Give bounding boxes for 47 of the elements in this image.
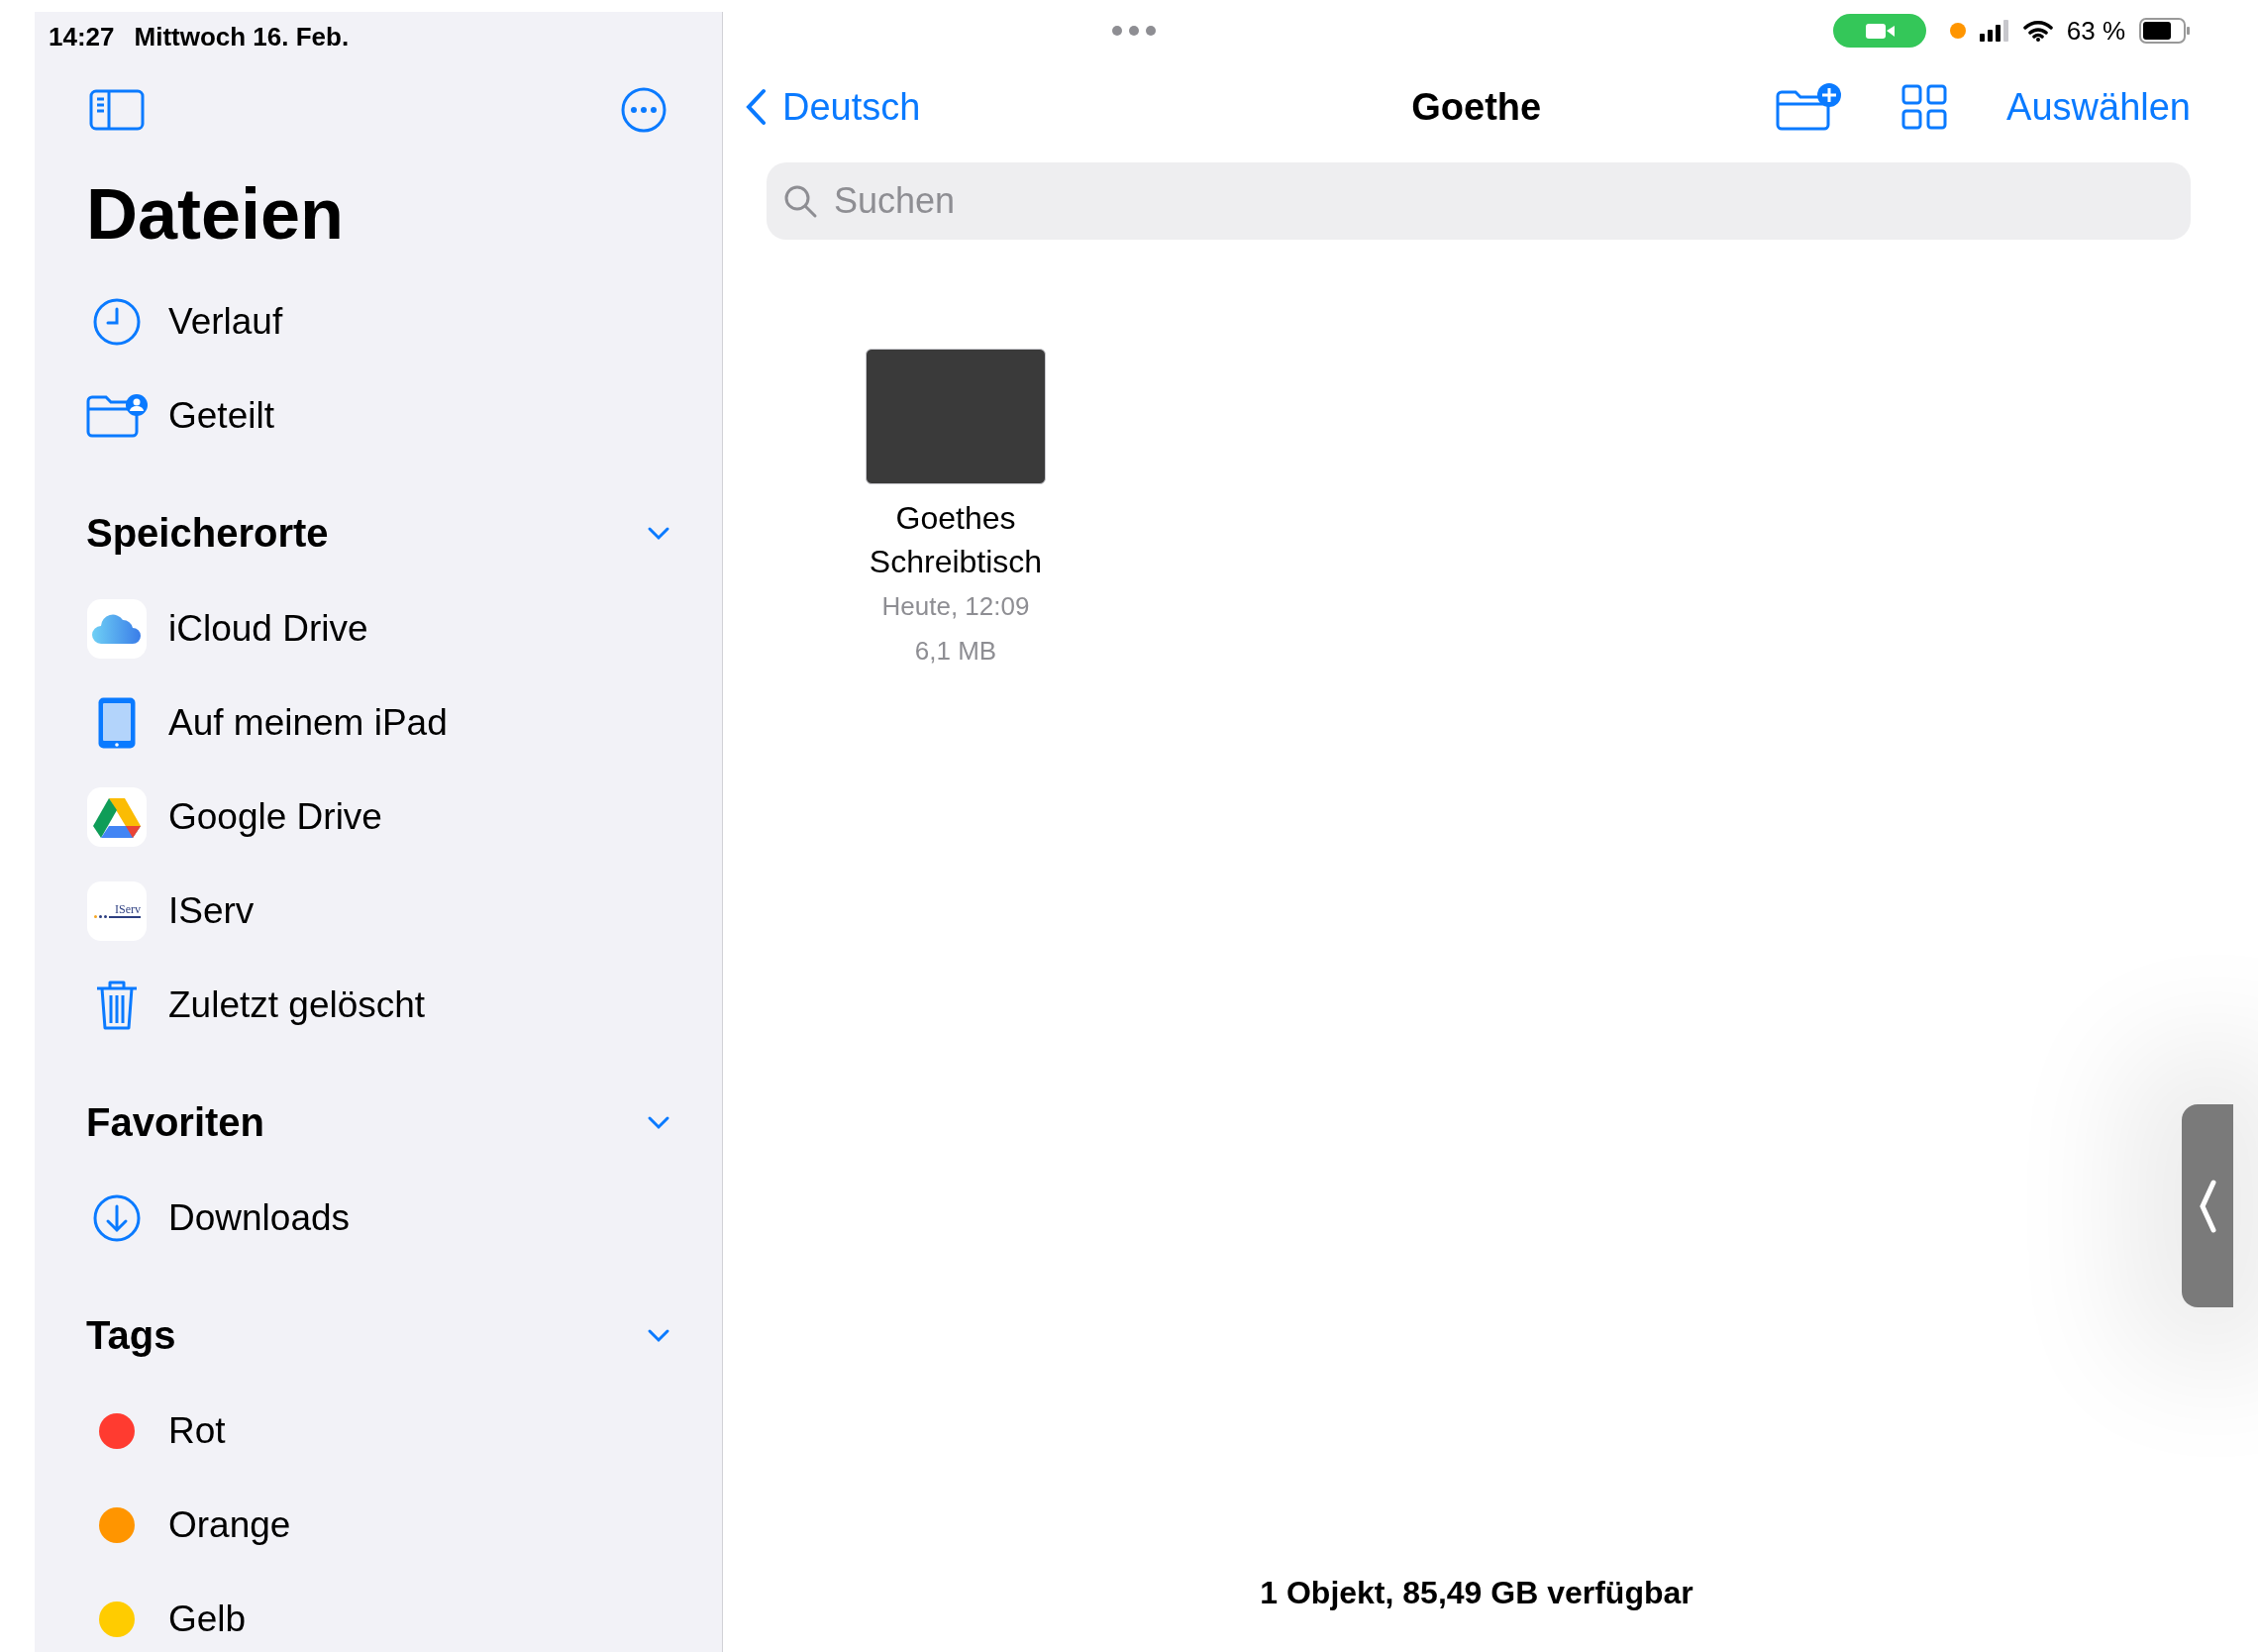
section-header[interactable]: Speicherorte <box>35 463 722 581</box>
file-name[interactable]: Goethes Schreibtisch <box>842 496 1070 583</box>
photo-placeholder[interactable] <box>866 349 1046 484</box>
tablet-icon <box>97 695 137 750</box>
sidebar-item[interactable]: Gelb <box>35 1572 722 1652</box>
trash-icon <box>95 979 139 1031</box>
cloud-app-icon <box>87 598 147 659</box>
storage-summary: 1 Objekt, 85,49 GB verfügbar <box>1260 1574 1694 1612</box>
sidebar-item[interactable]: Rot <box>35 1384 722 1478</box>
status-date: Mittwoch 16. Feb. <box>134 21 350 53</box>
sidebar-item[interactable]: Zuletzt gelöscht <box>35 958 722 1052</box>
download-icon <box>92 1192 142 1243</box>
file-size: 6,1 MB <box>914 635 997 668</box>
section-header[interactable]: Favoriten <box>35 1052 722 1171</box>
sidebar-item[interactable]: Auf meinem iPad <box>35 675 722 770</box>
multitask-dots-icon[interactable] <box>1111 25 1157 37</box>
new-folder-icon[interactable] <box>1775 82 1843 132</box>
back-chevron-icon <box>745 88 767 126</box>
sidebar-item[interactable]: IServ IServ <box>35 864 722 958</box>
shared-folder-icon <box>85 392 149 439</box>
sidebar-toggle-icon[interactable] <box>89 89 145 131</box>
left-chevron-icon <box>2199 1179 2216 1233</box>
sidebar-item[interactable]: Google Drive <box>35 770 722 864</box>
sidebar-title: Dateien <box>85 173 346 256</box>
file-date: Heute, 12:09 <box>881 590 1030 623</box>
grid-view-icon[interactable] <box>1901 84 1948 130</box>
wifi-icon <box>2022 20 2053 42</box>
clock-icon <box>92 296 142 347</box>
battery-percent: 63 % <box>2066 14 2125 48</box>
logo-app-icon: IServ <box>87 880 147 941</box>
sidebar-item[interactable]: iCloud Drive <box>35 581 722 675</box>
side-handle[interactable] <box>2182 1104 2233 1307</box>
section-header[interactable]: Tags <box>35 1265 722 1384</box>
select-button[interactable]: Auswählen <box>2006 78 2191 136</box>
search-icon <box>782 183 818 219</box>
more-options-icon[interactable] <box>620 86 667 134</box>
camera-indicator-icon <box>1832 14 1926 48</box>
search-field[interactable]: Suchen <box>767 162 2191 240</box>
folder-title: Goethe <box>1411 84 1542 130</box>
status-time: 14:27 <box>49 21 115 53</box>
signal-icon <box>1979 20 2009 42</box>
back-button[interactable]: Deutsch <box>745 78 921 136</box>
sidebar-item[interactable]: Geteilt <box>35 368 722 463</box>
battery-icon <box>2139 18 2191 44</box>
sidebar-item[interactable]: Verlauf <box>35 274 722 368</box>
sidebar-item[interactable]: Downloads <box>35 1171 722 1265</box>
sidebar-item[interactable]: Orange <box>35 1478 722 1572</box>
